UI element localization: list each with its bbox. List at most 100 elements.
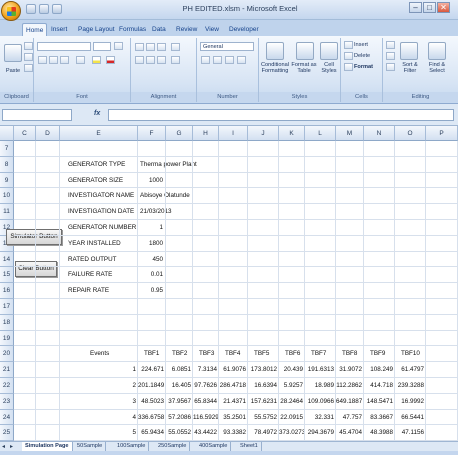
bold-icon[interactable] <box>38 56 47 64</box>
column-header[interactable]: L <box>305 126 336 141</box>
tab-review[interactable]: Review <box>173 23 200 36</box>
row-header[interactable]: 18 <box>0 314 14 331</box>
conditional-formatting-icon[interactable] <box>266 42 284 60</box>
undo-icon[interactable] <box>39 4 49 14</box>
table-header-cell[interactable]: TBF1 <box>144 350 159 357</box>
row-header[interactable]: 25 <box>0 425 14 441</box>
table-cell[interactable]: 116.5929 <box>193 414 219 421</box>
table-header-cell[interactable]: TBF8 <box>342 350 357 357</box>
table-header-cell[interactable]: TBF6 <box>285 350 300 357</box>
table-cell[interactable]: 47.757 <box>336 414 362 421</box>
table-cell[interactable]: 18.989 <box>305 382 334 389</box>
first-sheet-icon[interactable]: ◂ <box>2 443 5 450</box>
row-header[interactable]: 15 <box>0 267 14 284</box>
table-cell[interactable]: 48.3988 <box>364 429 393 436</box>
table-cell[interactable]: 22.0915 <box>279 414 303 421</box>
info-value[interactable]: 0.95 <box>138 287 163 294</box>
tab-page-layout[interactable]: Page Layout <box>75 23 118 36</box>
copy-icon[interactable] <box>24 53 33 61</box>
insert-label[interactable]: Insert <box>354 42 368 48</box>
clear-icon[interactable] <box>386 63 395 71</box>
column-header[interactable]: D <box>36 126 60 141</box>
info-label[interactable]: FAILURE RATE <box>68 271 112 278</box>
table-cell[interactable]: 3 <box>60 398 136 405</box>
office-button[interactable] <box>1 1 21 21</box>
table-cell[interactable]: 65.8344 <box>193 398 217 405</box>
font-name-combo[interactable] <box>37 42 91 51</box>
tab-view[interactable]: View <box>202 23 222 36</box>
info-label[interactable]: REPAIR RATE <box>68 287 109 294</box>
table-cell[interactable]: 109.0966 <box>305 398 334 405</box>
table-cell[interactable]: 21.4371 <box>219 398 246 405</box>
delete-label[interactable]: Delete <box>354 53 370 59</box>
italic-icon[interactable] <box>49 56 58 64</box>
table-cell[interactable]: 4 <box>60 414 136 421</box>
row-header[interactable]: 22 <box>0 378 14 394</box>
save-icon[interactable] <box>26 4 36 14</box>
fx-icon[interactable]: fx <box>94 110 100 117</box>
info-value[interactable]: 450 <box>138 256 163 263</box>
align-bottom-icon[interactable] <box>157 43 166 51</box>
grow-font-icon[interactable] <box>114 42 123 50</box>
table-cell[interactable]: 239.3288 <box>395 382 424 389</box>
info-value[interactable]: 21/03/2013 <box>140 208 172 215</box>
tab-home[interactable]: Home <box>22 23 48 36</box>
info-label[interactable]: RATED OUTPUT <box>68 256 117 263</box>
maximize-button[interactable]: □ <box>423 2 436 13</box>
table-header-cell[interactable]: TBF7 <box>311 350 326 357</box>
info-value[interactable]: 1000 <box>138 177 163 184</box>
number-format-combo[interactable]: General <box>200 42 254 51</box>
select-all-corner[interactable] <box>0 126 14 141</box>
table-header-cell[interactable]: TBF5 <box>254 350 269 357</box>
table-cell[interactable]: 649.1887 <box>336 398 362 405</box>
font-size-combo[interactable] <box>93 42 111 51</box>
sheet-tab[interactable]: 250Sample <box>155 442 191 451</box>
table-cell[interactable]: 173.8012 <box>248 366 277 373</box>
table-cell[interactable]: 16.405 <box>166 382 191 389</box>
table-cell[interactable]: 294.3679 <box>305 429 334 436</box>
tab-developer[interactable]: Developer <box>226 23 262 36</box>
sheet-tab[interactable]: Simulation Page <box>22 442 73 451</box>
format-cells-icon[interactable] <box>344 63 353 71</box>
column-header[interactable]: C <box>14 126 36 141</box>
align-middle-icon[interactable] <box>146 43 155 51</box>
row-header[interactable]: 20 <box>0 346 14 363</box>
cut-icon[interactable] <box>24 42 33 50</box>
table-cell[interactable]: 6.0851 <box>166 366 191 373</box>
redo-icon[interactable] <box>52 4 62 14</box>
align-left-icon[interactable] <box>135 56 144 64</box>
table-cell[interactable]: 61.9076 <box>219 366 246 373</box>
column-header[interactable]: O <box>395 126 426 141</box>
table-cell[interactable]: 97.7626 <box>193 382 217 389</box>
table-cell[interactable]: 93.3382 <box>219 429 246 436</box>
worksheet-grid[interactable]: CDEFGHIJKLMNOP 7891011121314151617181920… <box>0 126 458 441</box>
table-cell[interactable]: 45.4704 <box>336 429 362 436</box>
row-header[interactable]: 23 <box>0 393 14 410</box>
row-header[interactable]: 21 <box>0 362 14 378</box>
info-value[interactable]: Therma power Plant <box>140 161 197 168</box>
align-center-icon[interactable] <box>146 56 155 64</box>
table-cell[interactable]: 16.6394 <box>248 382 277 389</box>
table-cell[interactable]: 35.2501 <box>219 414 246 421</box>
insert-cells-icon[interactable] <box>344 41 353 49</box>
column-header[interactable]: E <box>60 126 138 141</box>
paste-icon[interactable] <box>4 44 22 62</box>
table-cell[interactable]: 32.331 <box>305 414 334 421</box>
autosum-icon[interactable] <box>386 41 395 49</box>
table-cell[interactable]: 414.718 <box>364 382 393 389</box>
table-cell[interactable]: 108.249 <box>364 366 393 373</box>
column-header[interactable]: P <box>426 126 458 141</box>
info-label[interactable]: YEAR INSTALLED <box>68 240 121 247</box>
row-header[interactable]: 17 <box>0 299 14 315</box>
table-cell[interactable]: 20.439 <box>279 366 303 373</box>
cell-styles-icon[interactable] <box>320 42 338 60</box>
percent-icon[interactable] <box>213 56 222 64</box>
name-box[interactable] <box>2 109 72 121</box>
table-cell[interactable]: 66.5441 <box>395 414 424 421</box>
table-cell[interactable]: 286.4718 <box>219 382 246 389</box>
table-cell[interactable]: 28.2464 <box>279 398 303 405</box>
font-color-icon[interactable] <box>106 56 115 64</box>
row-header[interactable]: 24 <box>0 409 14 426</box>
increase-decimal-icon[interactable] <box>237 56 246 64</box>
table-cell[interactable]: 57.2086 <box>166 414 191 421</box>
